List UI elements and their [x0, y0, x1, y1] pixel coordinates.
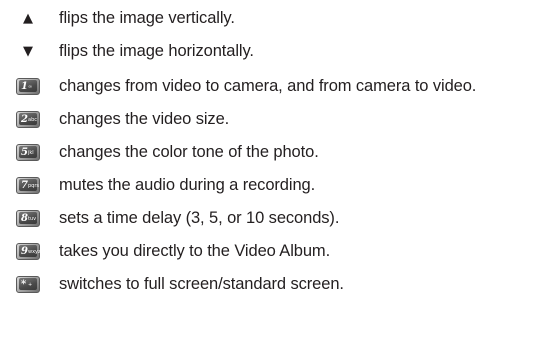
list-item: ▲ flips the image vertically. [0, 3, 535, 33]
item-description: changes the color tone of the photo. [59, 143, 319, 161]
item-description: takes you directly to the Video Album. [59, 242, 331, 260]
key-1-icon: 1 ∞ [15, 76, 41, 96]
item-description: flips the image vertically. [59, 9, 235, 27]
item-description: changes from video to camera, and from c… [59, 77, 477, 95]
item-description: sets a time delay (3, 5, or 10 seconds). [59, 209, 340, 227]
key-2-icon: 2 abc [15, 109, 41, 129]
list-item: 1 ∞ changes from video to camera, and fr… [0, 71, 535, 101]
key-8-icon: 8 tuv [15, 208, 41, 228]
list-item: * + switches to full screen/standard scr… [0, 269, 535, 299]
key-5-icon: 5 jkl [15, 142, 41, 162]
item-description: switches to full screen/standard screen. [59, 275, 344, 293]
list-item: 2 abc changes the video size. [0, 104, 535, 134]
key-7-icon: 7 pqrs [15, 175, 41, 195]
key-9-icon: 9 wxyz [15, 241, 41, 261]
item-description: changes the video size. [59, 110, 230, 128]
list-item: 9 wxyz takes you directly to the Video A… [0, 236, 535, 266]
item-description: flips the image horizontally. [59, 42, 254, 60]
up-arrow-icon: ▲ [23, 10, 33, 26]
item-description: mutes the audio during a recording. [59, 176, 316, 194]
list-item: ▼ flips the image horizontally. [0, 36, 535, 66]
list-item: 7 pqrs mutes the audio during a recordin… [0, 170, 535, 200]
key-star-icon: * + [15, 274, 41, 294]
down-arrow-icon: ▼ [23, 43, 33, 59]
list-item: 8 tuv sets a time delay (3, 5, or 10 sec… [0, 203, 535, 233]
list-item: 5 jkl changes the color tone of the phot… [0, 137, 535, 167]
